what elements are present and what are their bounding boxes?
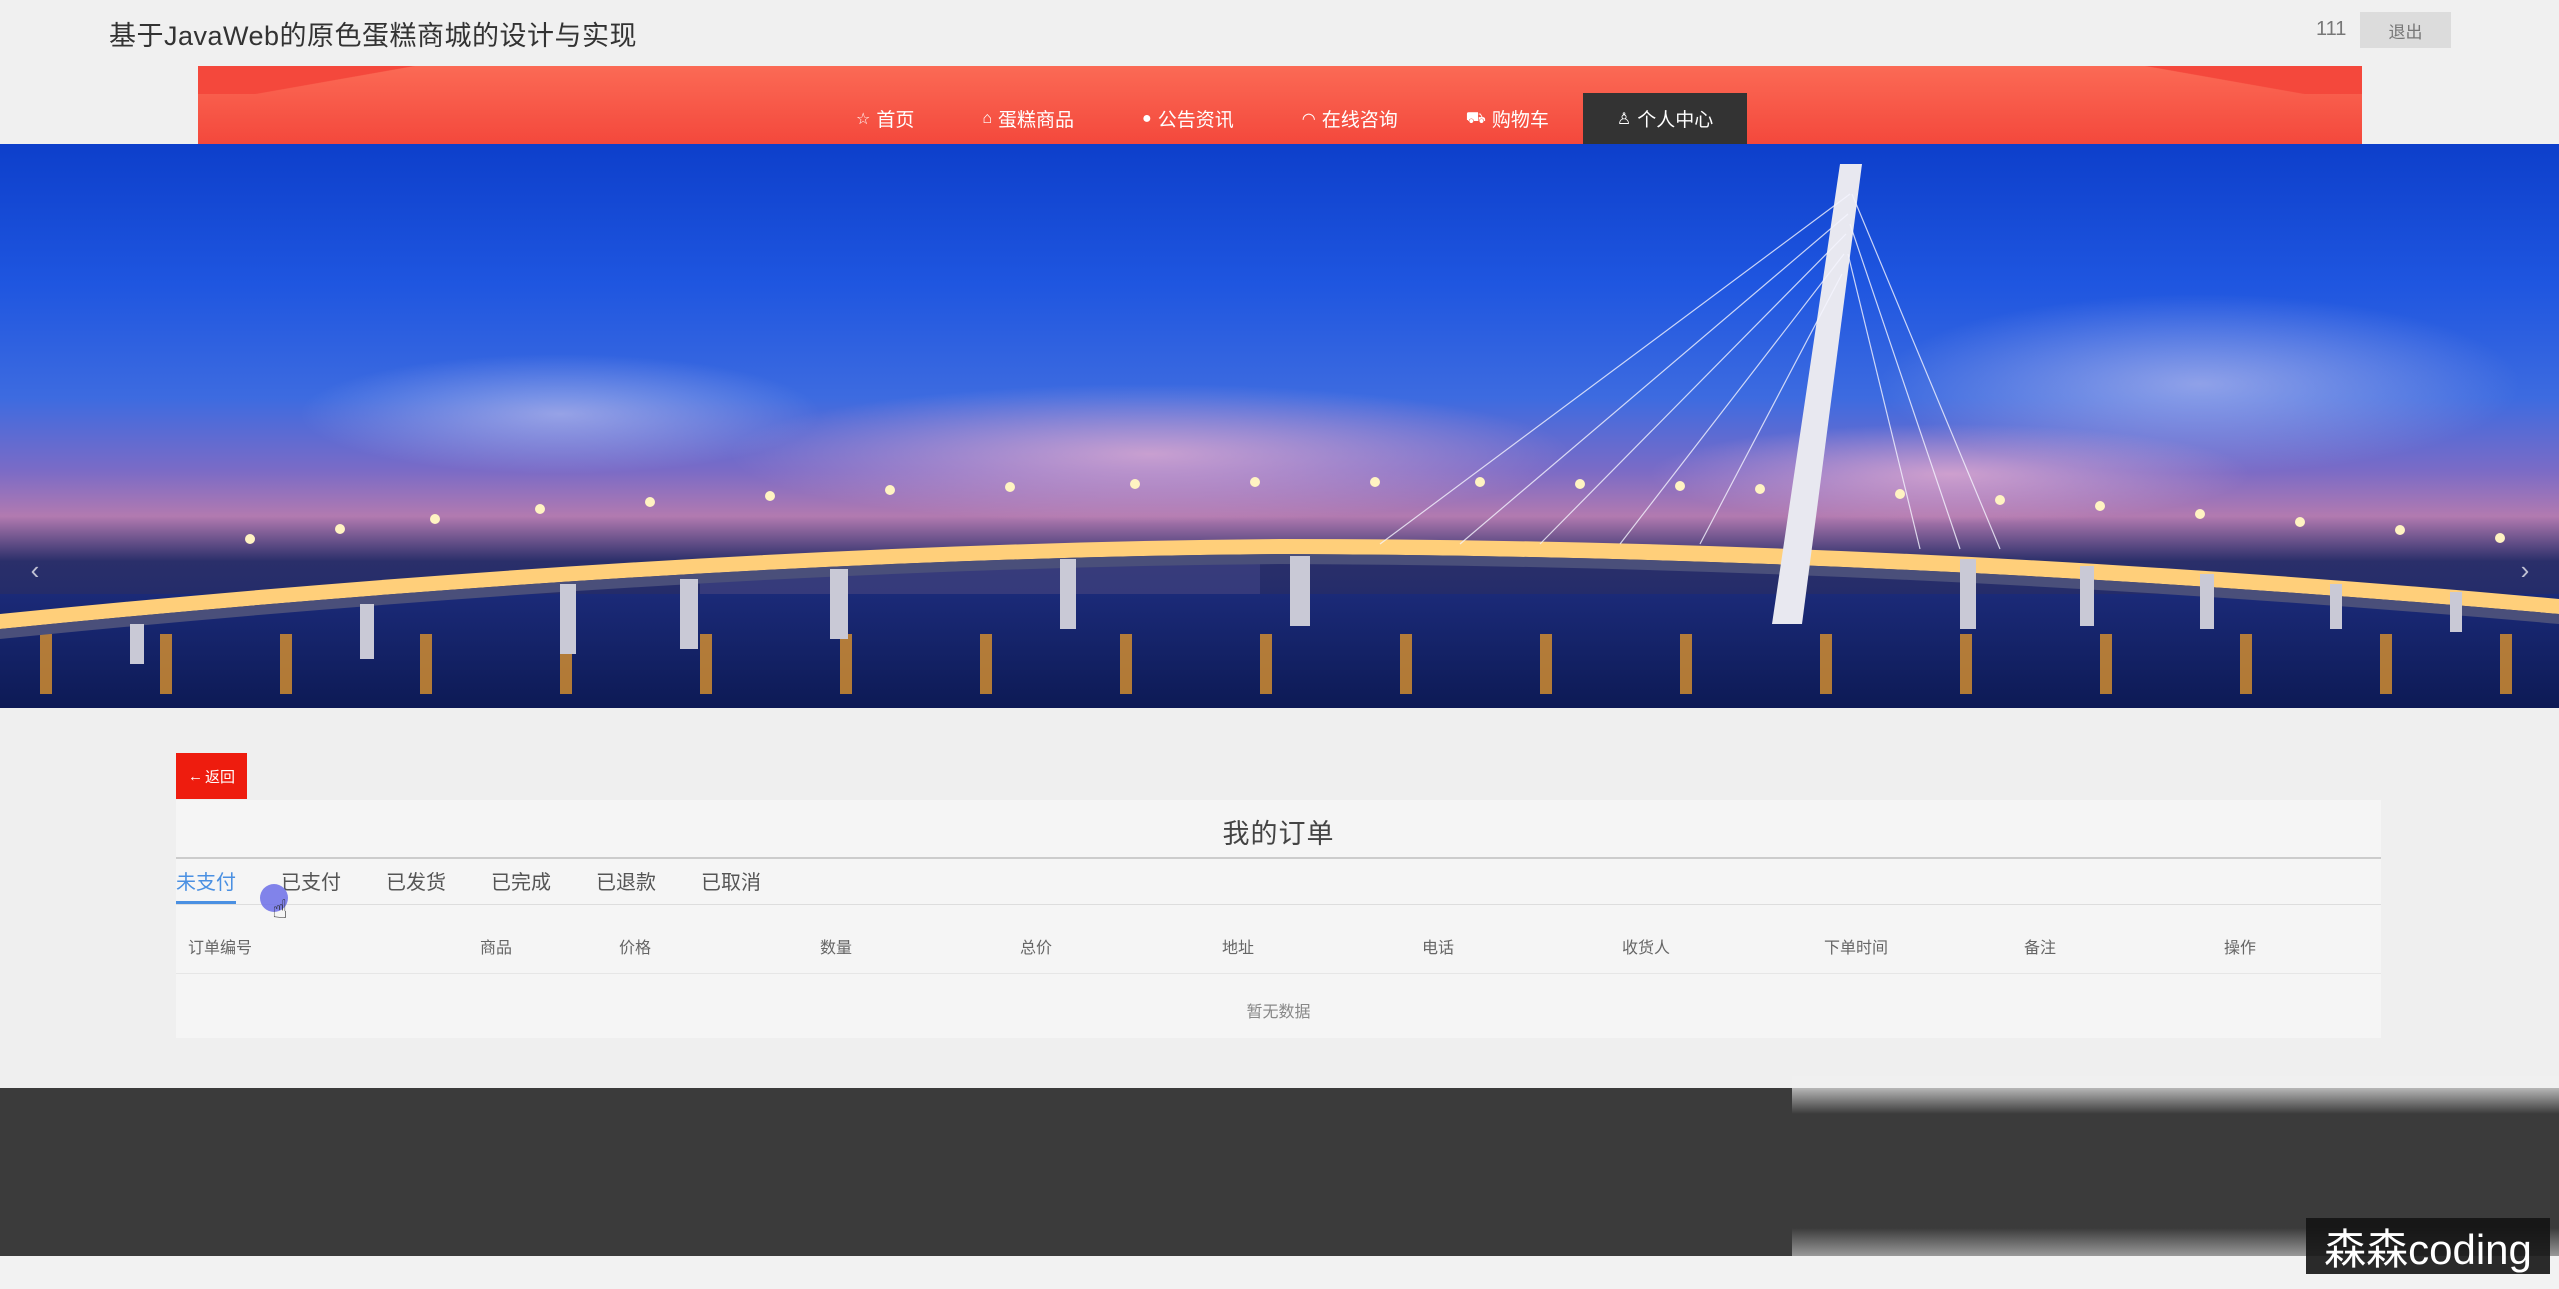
column-header-total: 总价: [1020, 940, 1053, 957]
nav-item-label: 在线咨询: [1321, 110, 1398, 131]
banner-carousel[interactable]: ‹ ›: [0, 144, 2559, 708]
back-button[interactable]: ← 返回: [176, 753, 247, 799]
page-title: 我的订单: [1222, 819, 1335, 849]
orders-table-header: 订单编号 商品 价格 数量 总价 地址 电话 收货人 下单时间 备注 操作: [176, 934, 2381, 974]
headset-icon: ◠: [1301, 110, 1316, 128]
empty-table-message: 暂无数据: [1246, 1004, 1311, 1021]
carousel-next-arrow[interactable]: ›: [2510, 550, 2540, 590]
nav-item-cart[interactable]: ⛟ 购物车: [1432, 93, 1583, 144]
star-icon: ☆: [856, 110, 871, 128]
arrow-left-icon: ←: [187, 767, 203, 785]
back-button-label: 返回: [204, 768, 235, 786]
current-user-name: 111: [2316, 18, 2347, 40]
nav-item-announcements[interactable]: ● 公告资讯: [1108, 93, 1268, 144]
column-header-receiver: 收货人: [1622, 940, 1671, 957]
main-nav: ☆ 首页 ⌂ 蛋糕商品 ● 公告资讯 ◠ 在线咨询 ⛟ 购物车 ♙ 个人中心: [822, 93, 1748, 144]
nav-item-label: 购物车: [1491, 110, 1549, 131]
nav-item-label: 蛋糕商品: [998, 110, 1075, 131]
info-icon: ●: [1142, 109, 1152, 127]
nav-item-label: 首页: [876, 110, 915, 131]
nav-decoration-left: [198, 66, 468, 94]
watermark: 森森coding: [2306, 1218, 2550, 1274]
column-header-price: 价格: [619, 940, 652, 957]
column-header-order-time: 下单时间: [1824, 940, 1889, 957]
tabs-divider: [176, 904, 2381, 905]
column-header-action: 操作: [2224, 940, 2257, 957]
bag-icon: ⌂: [982, 109, 993, 127]
column-header-order-no: 订单编号: [188, 940, 253, 957]
column-header-remark: 备注: [2024, 940, 2057, 957]
column-header-product: 商品: [480, 940, 513, 957]
column-header-phone: 电话: [1422, 940, 1455, 957]
bridge-night-image: [0, 164, 2559, 708]
nav-decoration-right: [2092, 66, 2362, 94]
column-header-address: 地址: [1222, 940, 1255, 957]
tab-shipped[interactable]: 已发货: [386, 868, 446, 904]
nav-item-label: 公告资讯: [1157, 110, 1234, 131]
nav-item-label: 个人中心: [1637, 110, 1714, 131]
bottom-strip: [0, 1256, 2559, 1289]
user-icon: ♙: [1616, 110, 1632, 128]
nav-item-personal-center[interactable]: ♙ 个人中心: [1582, 93, 1748, 144]
column-header-quantity: 数量: [820, 940, 853, 957]
site-title: 基于JavaWeb的原色蛋糕商城的设计与实现: [109, 21, 638, 51]
carousel-prev-arrow[interactable]: ‹: [20, 550, 50, 590]
tab-unpaid[interactable]: 未支付: [176, 868, 236, 904]
tab-completed[interactable]: 已完成: [491, 868, 551, 904]
tab-refunded[interactable]: 已退款: [596, 868, 656, 904]
logout-button[interactable]: 退出: [2360, 12, 2451, 48]
nav-item-home[interactable]: ☆ 首页: [822, 93, 948, 144]
tab-cancelled[interactable]: 已取消: [701, 868, 761, 904]
title-divider: [176, 857, 2381, 859]
cart-icon: ⛟: [1465, 109, 1486, 127]
hand-pointer-icon: ☝: [272, 894, 288, 924]
tab-paid[interactable]: 已支付: [281, 868, 341, 904]
nav-item-online-consult[interactable]: ◠ 在线咨询: [1268, 93, 1432, 144]
nav-item-cake-products[interactable]: ⌂ 蛋糕商品: [948, 93, 1108, 144]
